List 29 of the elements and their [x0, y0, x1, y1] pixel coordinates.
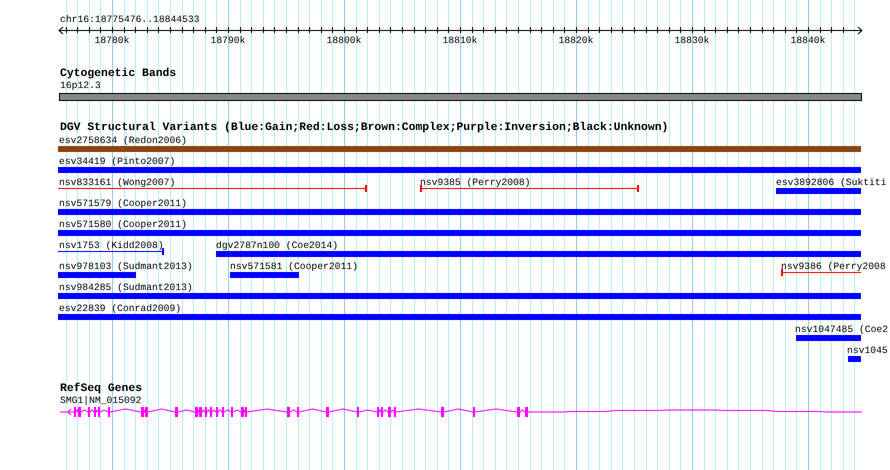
variant-label: esv3892806 (Suktiti [776, 177, 886, 188]
variant-label: esv22839 (Conrad2009) [59, 303, 182, 314]
gene-label: SMG1|NM_015092 [60, 395, 142, 406]
tick-label: 18780k [94, 35, 130, 46]
band-label: 16p12.3 [60, 80, 101, 91]
variant-label: nsv9386 (Perry2008 [781, 261, 886, 272]
tick-label: 18810k [442, 35, 478, 46]
variant-label: nsv978103 (Sudmant2013) [59, 261, 193, 272]
tick-label: 18840k [790, 35, 826, 46]
variant-label: nsv984285 (Sudmant2013) [59, 282, 193, 293]
variant-label: nsv1045 [847, 345, 888, 356]
position-label: chr16:18775476..18844533 [60, 14, 200, 25]
variant-label: nsv571580 (Cooper2011) [59, 219, 187, 230]
tick-label: 18800k [326, 35, 362, 46]
variant-label: nsv9385 (Perry2008) [420, 177, 530, 188]
track-title: RefSeq Genes [60, 383, 142, 395]
variant-label: nsv571579 (Cooper2011) [59, 198, 187, 209]
variant-label: nsv833161 (Wong2007) [59, 177, 176, 188]
variant-label: nsv571581 (Cooper2011) [230, 261, 358, 272]
variant-label: esv34419 (Pinto2007) [59, 156, 176, 167]
track-title: DGV Structural Variants (Blue:Gain;Red:Loss;Brown:Complex;Purple:Inversion;Black:Unknown) [60, 122, 668, 134]
variant-label: nsv1753 (Kidd2008) [59, 240, 164, 251]
tick-label: 18830k [674, 35, 710, 46]
variant-label: esv2758634 (Redon2006) [59, 135, 187, 146]
tick-label: 18820k [558, 35, 594, 46]
variant-label: nsv1047485 (Coe2 [795, 324, 888, 335]
variant-label: dgv2787n100 (Coe2014) [216, 240, 338, 251]
tick-label: 18790k [210, 35, 246, 46]
track-title: Cytogenetic Bands [60, 68, 176, 80]
